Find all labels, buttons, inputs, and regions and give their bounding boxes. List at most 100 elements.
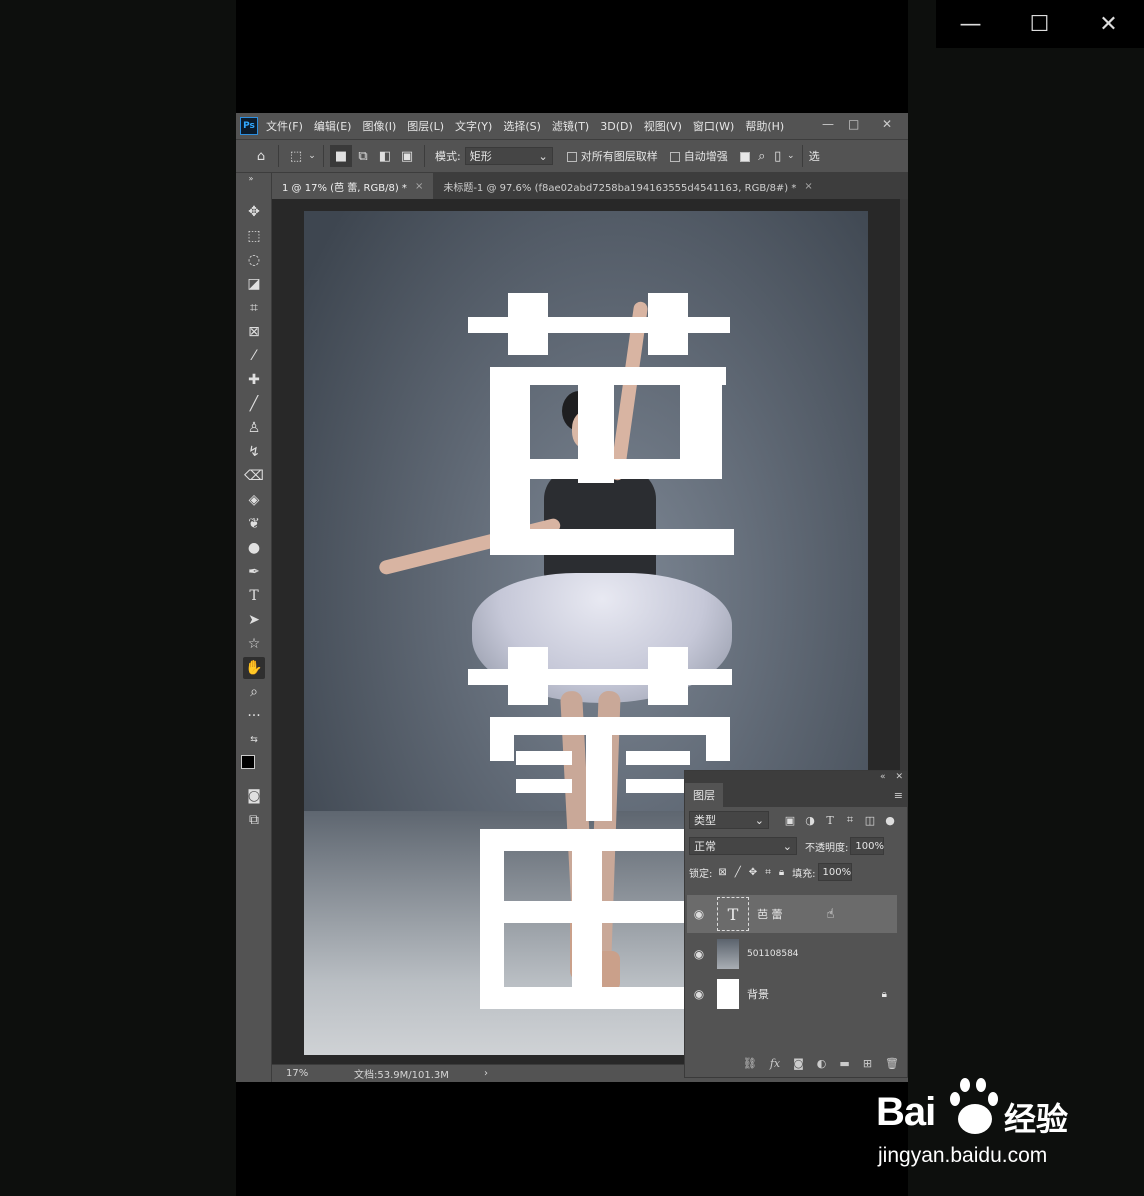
zoom-tool-icon[interactable]: ⌕ [243, 681, 265, 703]
link-layers-icon[interactable]: ⛓ [743, 1057, 757, 1070]
add-mask-icon[interactable]: ◙ [793, 1057, 804, 1070]
close-button[interactable]: ✕ [1074, 0, 1143, 48]
eyedropper-tool-icon[interactable]: ⁄ [243, 345, 265, 367]
menu-select[interactable]: 选择(S) [503, 118, 541, 134]
new-selection-icon[interactable]: ■ [330, 145, 352, 167]
search-icon[interactable]: ⌕ [754, 145, 770, 167]
lock-all-icon[interactable]: 🔒︎ [779, 867, 784, 878]
quick-mask-icon[interactable]: ◙ [243, 785, 265, 807]
fx-icon[interactable]: fx [770, 1057, 780, 1070]
menu-type[interactable]: 文字(Y) [455, 118, 492, 134]
panel-menu-icon[interactable]: ≡ [894, 789, 903, 802]
filter-toggle-icon[interactable]: ● [883, 813, 897, 827]
eye-icon[interactable]: ◉ [687, 907, 711, 921]
screen-mode-icon[interactable]: ⧉ [243, 809, 265, 831]
menu-help[interactable]: 帮助(H) [745, 118, 784, 134]
zoom-level[interactable]: 17% [286, 1068, 318, 1079]
auto-enhance-checkbox[interactable]: 自动增强 [669, 148, 728, 164]
panel-icon[interactable]: ▯ [770, 145, 786, 167]
shape-tool-icon[interactable]: ☆ [243, 633, 265, 655]
maximize-button[interactable]: ☐ [1005, 0, 1074, 48]
crop-tool-icon[interactable]: ⌗ [243, 297, 265, 319]
healing-brush-icon[interactable]: ✚ [243, 369, 265, 391]
paint-bucket-icon[interactable]: ◈ [243, 489, 265, 511]
menu-view[interactable]: 视图(V) [644, 118, 682, 134]
history-brush-icon[interactable]: ↯ [243, 441, 265, 463]
path-select-icon[interactable]: ➤ [243, 609, 265, 631]
layer-row-text[interactable]: ◉ T 芭 蕾 ☝ [687, 895, 897, 933]
status-arrow-icon[interactable]: › [484, 1068, 488, 1079]
eye-icon[interactable]: ◉ [687, 987, 711, 1001]
intersect-selection-icon[interactable]: ▣ [396, 145, 418, 167]
marquee-tool-icon[interactable]: ⬚ [243, 225, 265, 247]
lock-paint-icon[interactable]: ╱ [735, 867, 741, 878]
stroke [490, 459, 722, 479]
menu-file[interactable]: 文件(F) [266, 118, 303, 134]
type-tool-icon[interactable]: T [243, 585, 265, 607]
eye-icon[interactable]: ◉ [687, 947, 711, 961]
eraser-tool-icon[interactable]: ⌫ [243, 465, 265, 487]
filter-smart-icon[interactable]: ◫ [863, 813, 877, 827]
layer-row-background[interactable]: ◉ 背景 🔒︎ [687, 975, 897, 1013]
menu-edit[interactable]: 编辑(E) [314, 118, 352, 134]
foreground-color[interactable] [241, 755, 255, 769]
hand-tool-icon[interactable]: ✋ [243, 657, 265, 679]
move-tool-icon[interactable]: ✥ [243, 201, 265, 223]
subtract-selection-icon[interactable]: ◧ [374, 145, 396, 167]
select-subject-label[interactable]: 选 [809, 148, 820, 164]
collapse-icon[interactable]: » [240, 173, 262, 183]
opacity-input[interactable]: 100% [850, 837, 885, 855]
close-icon[interactable]: × [415, 181, 423, 192]
brush-tool-icon[interactable]: ╱ [243, 393, 265, 415]
home-icon[interactable]: ⌂ [250, 145, 272, 167]
lock-position-icon[interactable]: ✥ [749, 867, 757, 878]
delete-layer-icon[interactable]: 🗑︎ [885, 1057, 899, 1070]
lock-pixels-icon[interactable]: ⊠ [718, 867, 726, 878]
ps-maximize-button[interactable]: □ [848, 117, 859, 131]
pen-tool-icon[interactable]: ✒ [243, 561, 265, 583]
stamp-tool-icon[interactable]: ♙ [243, 417, 265, 439]
tab-document-1[interactable]: 1 @ 17% (芭 蕾, RGB/8) * × [272, 173, 434, 199]
filter-adjustment-icon[interactable]: ◑ [803, 813, 817, 827]
filter-type-icon[interactable]: T [823, 813, 837, 827]
add-selection-icon[interactable]: ⧉ [352, 145, 374, 167]
close-icon[interactable]: × [804, 181, 812, 192]
frame-tool-icon[interactable]: ⊠ [243, 321, 265, 343]
new-layer-icon[interactable]: ⊞ [863, 1057, 872, 1070]
menu-window[interactable]: 窗口(W) [693, 118, 734, 134]
filter-pixel-icon[interactable]: ▣ [783, 813, 797, 827]
swap-colors-icon[interactable]: ⇆ [243, 729, 265, 751]
menu-image[interactable]: 图像(I) [362, 118, 396, 134]
ps-minimize-button[interactable]: — [822, 117, 834, 131]
tab-document-2[interactable]: 未标题-1 @ 97.6% (f8ae02abd7258ba194163555d… [433, 173, 822, 199]
adjustment-layer-icon[interactable]: ◐ [817, 1057, 827, 1070]
collapse-icon[interactable]: « [880, 772, 886, 782]
ps-close-button[interactable]: ✕ [882, 117, 892, 131]
filter-kind-dropdown[interactable]: 类型 ⌄ [689, 811, 769, 829]
dodge-tool-icon[interactable]: ● [243, 537, 265, 559]
more-tools-icon[interactable]: ··· [243, 705, 265, 727]
blend-mode-dropdown[interactable]: 正常 ⌄ [689, 837, 797, 855]
tool-preset-icon[interactable]: ⬚ [285, 145, 307, 167]
lock-artboard-icon[interactable]: ⌗ [765, 867, 771, 878]
mode-dropdown[interactable]: 矩形 ⌄ [464, 147, 553, 165]
blend-row: 正常 ⌄ 不透明度: 100% [685, 833, 907, 859]
close-icon[interactable]: ✕ [895, 772, 903, 782]
object-select-tool-icon[interactable]: ◪ [243, 273, 265, 295]
chevron-down-icon[interactable]: ⌄ [786, 145, 796, 167]
sample-all-layers-checkbox[interactable]: 对所有图层取样 [566, 148, 658, 164]
menu-filter[interactable]: 滤镜(T) [552, 118, 589, 134]
minimize-button[interactable]: — [936, 0, 1005, 48]
lasso-tool-icon[interactable]: ◌ [243, 249, 265, 271]
chevron-down-icon[interactable]: ⌄ [307, 145, 317, 167]
menu-layer[interactable]: 图层(L) [407, 118, 444, 134]
layer-row-image[interactable]: ◉ 501108584 [687, 935, 897, 973]
filter-shape-icon[interactable]: ⌗ [843, 813, 857, 827]
fill-input[interactable]: 100% [817, 863, 852, 881]
panel-tabs: 图层 ≡ [685, 783, 907, 807]
misc-checkbox[interactable] [739, 150, 754, 163]
new-group-icon[interactable]: ▬ [839, 1057, 849, 1070]
tab-layers[interactable]: 图层 [685, 783, 723, 807]
menu-3d[interactable]: 3D(D) [600, 120, 633, 133]
blur-tool-icon[interactable]: ❦ [243, 513, 265, 535]
